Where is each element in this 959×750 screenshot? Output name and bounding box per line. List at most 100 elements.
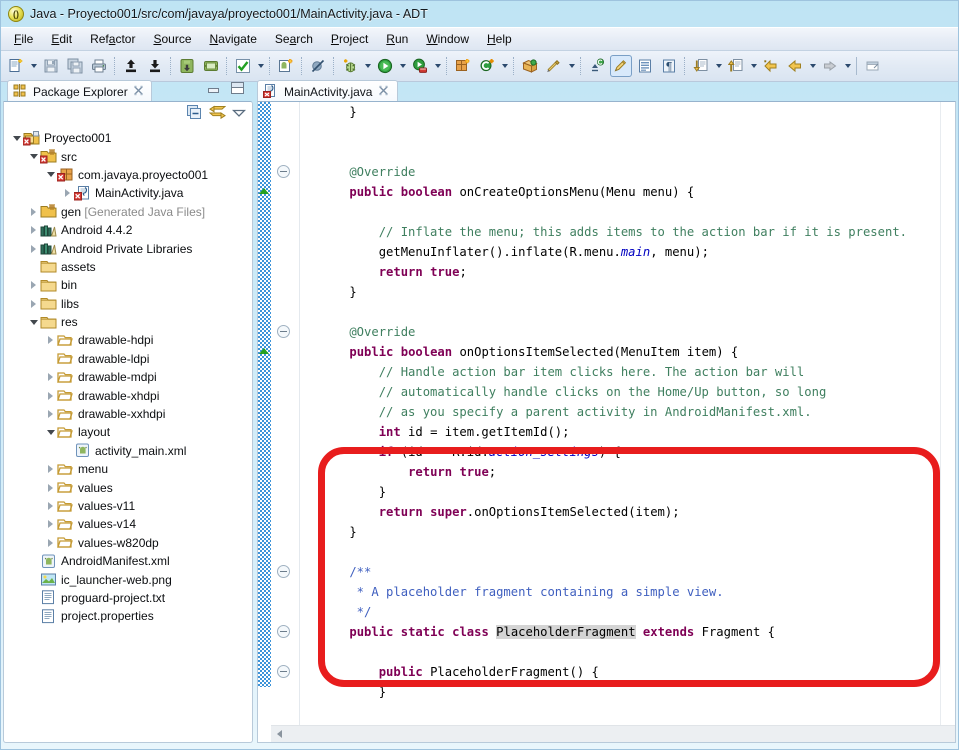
- twisty-collapsed-icon[interactable]: [44, 389, 57, 403]
- twisty-collapsed-icon[interactable]: [27, 278, 40, 292]
- chevron-down-icon[interactable]: [28, 55, 39, 77]
- forward-arrow-icon[interactable]: [819, 55, 841, 77]
- collapse-all-icon[interactable]: [187, 105, 203, 123]
- tree-item-menu[interactable]: menu: [10, 460, 252, 478]
- restore-window-icon[interactable]: [862, 55, 884, 77]
- view-menu-chevron-icon[interactable]: [231, 107, 247, 121]
- chevron-down-icon[interactable]: [499, 55, 510, 77]
- tree-item-drawable-mdpi[interactable]: drawable-mdpi: [10, 368, 252, 386]
- new-class-icon[interactable]: [476, 55, 498, 77]
- twisty-expanded-icon[interactable]: [27, 150, 40, 164]
- tree-item-proguard-project-txt[interactable]: proguard-project.txt: [10, 589, 252, 607]
- link-editor-icon[interactable]: [208, 105, 227, 123]
- tree-item-drawable-ldpi[interactable]: drawable-ldpi: [10, 350, 252, 368]
- chevron-down-icon[interactable]: [807, 55, 818, 77]
- android-device-icon[interactable]: [200, 55, 222, 77]
- tree-item-android-private-libraries[interactable]: Android Private Libraries: [10, 239, 252, 257]
- tree-item-res[interactable]: res: [10, 313, 252, 331]
- whitespace-icon[interactable]: [634, 55, 656, 77]
- tree-item-mainactivity-java[interactable]: MainActivity.java: [10, 184, 252, 202]
- menu-navigate[interactable]: Navigate: [201, 30, 266, 48]
- fold-collapse-icon[interactable]: [277, 165, 290, 178]
- debug-bug-icon[interactable]: [339, 55, 361, 77]
- twisty-expanded-icon[interactable]: [27, 315, 40, 329]
- tree-item-libs[interactable]: libs: [10, 295, 252, 313]
- edit-location-icon[interactable]: [690, 55, 712, 77]
- export-up-icon[interactable]: [120, 55, 142, 77]
- tree-item-proyecto001[interactable]: Proyecto001: [10, 129, 252, 147]
- chevron-down-icon[interactable]: [362, 55, 373, 77]
- new-file-icon[interactable]: [5, 55, 27, 77]
- chevron-down-icon[interactable]: [748, 55, 759, 77]
- twisty-collapsed-icon[interactable]: [61, 186, 74, 200]
- overview-ruler[interactable]: [940, 102, 955, 725]
- tab-mainactivity-java[interactable]: MainActivity.java: [257, 80, 399, 103]
- menu-file[interactable]: FFileile: [5, 30, 42, 48]
- tree-item-activity-main-xml[interactable]: activity_main.xml: [10, 442, 252, 460]
- menu-edit[interactable]: Edit: [42, 30, 81, 48]
- back-arrow-yellow-icon[interactable]: [760, 55, 782, 77]
- tree-item-bin[interactable]: bin: [10, 276, 252, 294]
- twisty-collapsed-icon[interactable]: [44, 462, 57, 476]
- external-tools-icon[interactable]: [409, 55, 431, 77]
- tree-item-src[interactable]: src: [10, 147, 252, 165]
- tree-item-drawable-xhdpi[interactable]: drawable-xhdpi: [10, 386, 252, 404]
- twisty-expanded-icon[interactable]: [44, 168, 57, 182]
- import-down-icon[interactable]: [144, 55, 166, 77]
- tree-item-values-v11[interactable]: values-v11: [10, 497, 252, 515]
- tree-item-ic-launcher-web-png[interactable]: ic_launcher-web.png: [10, 570, 252, 588]
- twisty-collapsed-icon[interactable]: [44, 407, 57, 421]
- menu-window[interactable]: Window: [417, 30, 478, 48]
- twisty-collapsed-icon[interactable]: [27, 205, 40, 219]
- twisty-collapsed-icon[interactable]: [44, 536, 57, 550]
- minimize-icon[interactable]: [206, 82, 221, 95]
- twisty-expanded-icon[interactable]: [44, 425, 57, 439]
- menu-search[interactable]: Search: [266, 30, 322, 48]
- twisty-collapsed-icon[interactable]: [44, 370, 57, 384]
- tree-item-values[interactable]: values: [10, 478, 252, 496]
- tree-item-drawable-hdpi[interactable]: drawable-hdpi: [10, 331, 252, 349]
- twisty-collapsed-icon[interactable]: [27, 223, 40, 237]
- print-icon[interactable]: [88, 55, 110, 77]
- open-type-icon[interactable]: [519, 55, 541, 77]
- tree-item-values-w820dp[interactable]: values-w820dp: [10, 534, 252, 552]
- save-icon[interactable]: [40, 55, 62, 77]
- menu-source[interactable]: Source: [144, 30, 200, 48]
- scroll-left-arrow-icon[interactable]: [271, 726, 287, 742]
- fold-collapse-icon[interactable]: [277, 625, 290, 638]
- tree-item-androidmanifest-xml[interactable]: AndroidManifest.xml: [10, 552, 252, 570]
- twisty-collapsed-icon[interactable]: [44, 499, 57, 513]
- twisty-collapsed-icon[interactable]: [44, 333, 57, 347]
- chevron-down-icon[interactable]: [566, 55, 577, 77]
- run-play-icon[interactable]: [374, 55, 396, 77]
- chevron-down-icon[interactable]: [432, 55, 443, 77]
- close-x-icon[interactable]: [133, 85, 144, 99]
- close-x-icon[interactable]: [378, 85, 389, 99]
- tree-item-project-properties[interactable]: project.properties: [10, 607, 252, 625]
- tree-item-values-v14[interactable]: values-v14: [10, 515, 252, 533]
- menu-help[interactable]: Help: [478, 30, 521, 48]
- android-download-icon[interactable]: [176, 55, 198, 77]
- twisty-collapsed-icon[interactable]: [44, 517, 57, 531]
- menu-project[interactable]: Project: [322, 30, 377, 48]
- twisty-expanded-icon[interactable]: [10, 131, 23, 145]
- horizontal-scrollbar[interactable]: [271, 725, 955, 742]
- next-annotation-icon[interactable]: [586, 55, 608, 77]
- pencil-highlight-icon[interactable]: [610, 55, 632, 77]
- tab-package-explorer[interactable]: Package Explorer: [7, 80, 152, 103]
- menu-run[interactable]: Run: [377, 30, 417, 48]
- tree-item-com-javaya-proyecto001[interactable]: com.javaya.proyecto001: [10, 166, 252, 184]
- save-all-icon[interactable]: [64, 55, 86, 77]
- tree-item-layout[interactable]: layout: [10, 423, 252, 441]
- check-green-icon[interactable]: [232, 55, 254, 77]
- last-edit-icon[interactable]: [725, 55, 747, 77]
- search-icon[interactable]: [543, 55, 565, 77]
- twisty-collapsed-icon[interactable]: [44, 481, 57, 495]
- annotation-triangle-icon[interactable]: [259, 188, 269, 194]
- tree-item-gen[interactable]: gen [Generated Java Files]: [10, 203, 252, 221]
- source-code[interactable]: } @Override public boolean onCreateOptio…: [300, 102, 955, 725]
- chevron-down-icon[interactable]: [397, 55, 408, 77]
- tree-item-android-4-4-2[interactable]: Android 4.4.2: [10, 221, 252, 239]
- chevron-down-icon[interactable]: [713, 55, 724, 77]
- annotation-triangle-icon[interactable]: [259, 348, 269, 354]
